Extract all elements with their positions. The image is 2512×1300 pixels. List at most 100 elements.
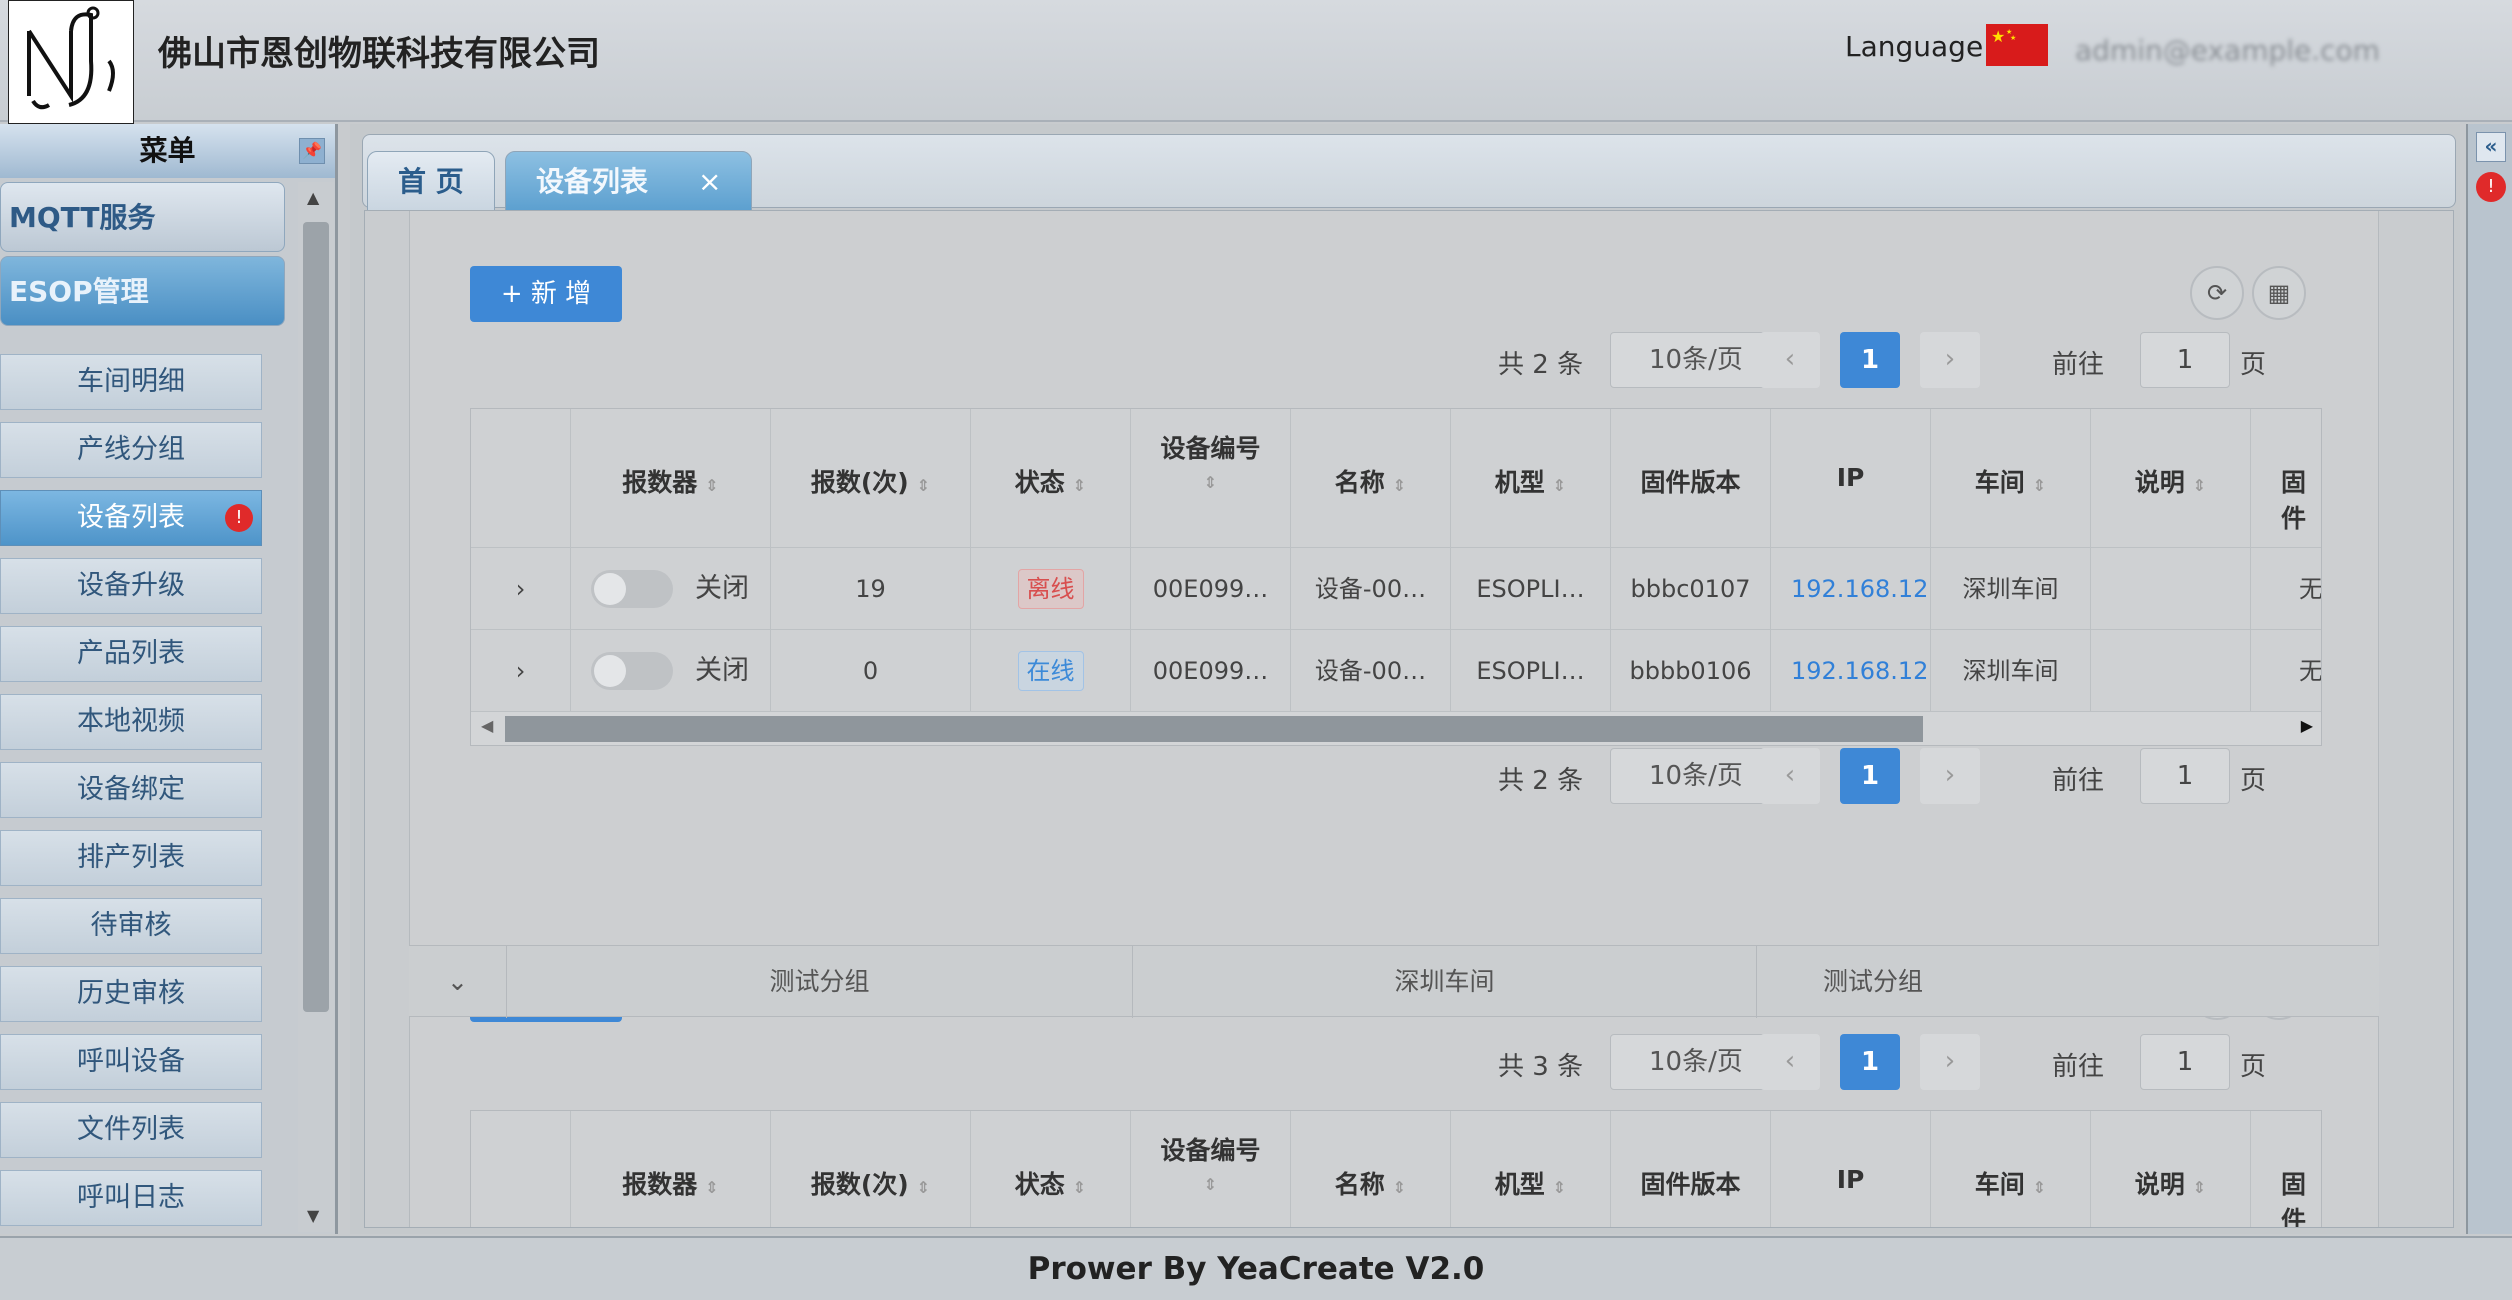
toggle-switch[interactable] <box>591 570 673 608</box>
group-workshop-cell: 深圳车间 <box>1133 946 1757 1018</box>
prev-page-icon[interactable]: ‹ <box>1760 1034 1820 1090</box>
sidebar-item-pending[interactable]: 待审核 <box>0 898 262 954</box>
column-header: 车间 <box>1974 468 2025 497</box>
sidebar-item-product-list[interactable]: 产品列表 <box>0 626 262 682</box>
sort-icon[interactable]: ⇕ <box>1204 473 1217 492</box>
col-name[interactable]: 名称 ⇕ <box>1291 409 1451 547</box>
col-counter[interactable]: 报数器 ⇕ <box>571 1111 771 1227</box>
sort-icon[interactable]: ⇕ <box>705 1178 718 1197</box>
goto-input[interactable]: 1 <box>2140 748 2230 804</box>
table-horizontal-scrollbar[interactable]: ◀ ▶ <box>471 711 2321 745</box>
col-model[interactable]: 机型 ⇕ <box>1451 1111 1611 1227</box>
col-device-no[interactable]: 设备编号 ⇕ <box>1131 409 1291 547</box>
sort-icon[interactable]: ⇕ <box>1553 476 1566 495</box>
sidebar-item-call-device[interactable]: 呼叫设备 <box>0 1034 262 1090</box>
tab-content: + 新 增 ⟳ ▦ 共 2 条 10条/页 ‹ 1 › 前往 1 页 报数器 ⇕ … <box>364 210 2454 1228</box>
close-icon[interactable]: × <box>698 165 721 198</box>
sort-icon[interactable]: ⇕ <box>1553 1178 1566 1197</box>
counter-switch[interactable]: 关闭 <box>571 630 771 712</box>
ip-link[interactable]: 192.168.12.2 <box>1771 630 1931 712</box>
col-name[interactable]: 名称 ⇕ <box>1291 1111 1451 1227</box>
scroll-up-icon[interactable]: ▲ <box>307 188 319 207</box>
table-row[interactable]: › 关闭 19 离线 00E099… 设备-00… ESOPLI… bbbc01… <box>471 547 2321 630</box>
prev-page-icon[interactable]: ‹ <box>1760 748 1820 804</box>
menu-title-label: 菜单 <box>139 134 196 167</box>
scroll-down-icon[interactable]: ▼ <box>307 1206 319 1225</box>
expand-chevron-icon[interactable]: › <box>471 630 571 712</box>
sort-icon[interactable]: ⇕ <box>2193 1178 2206 1197</box>
prev-page-icon[interactable]: ‹ <box>1760 332 1820 388</box>
col-model[interactable]: 机型 ⇕ <box>1451 409 1611 547</box>
sidebar-scrollbar[interactable]: ▲ ▼ <box>298 182 334 1232</box>
alert-icon[interactable]: ! <box>2476 172 2506 202</box>
sort-icon[interactable]: ⇕ <box>1073 1178 1086 1197</box>
sidebar-item-schedule[interactable]: 排产列表 <box>0 830 262 886</box>
pin-icon[interactable]: 📌 <box>299 138 325 164</box>
refresh-icon[interactable]: ⟳ <box>2190 266 2244 320</box>
col-status[interactable]: 状态 ⇕ <box>971 409 1131 547</box>
china-flag-icon[interactable]: ★ ★ ★ <box>1986 24 2048 66</box>
group-esop[interactable]: ESOP管理 <box>0 256 285 326</box>
sidebar-item-device-list[interactable]: 设备列表! <box>0 490 262 546</box>
column-header: 说明 <box>2134 468 2185 497</box>
sidebar-item-device-upgrade[interactable]: 设备升级 <box>0 558 262 614</box>
sort-icon[interactable]: ⇕ <box>1393 476 1406 495</box>
total-count: 共 3 条 <box>1498 1052 1584 1082</box>
sidebar-item-local-video[interactable]: 本地视频 <box>0 694 262 750</box>
sidebar-item-call-log[interactable]: 呼叫日志 <box>0 1170 262 1226</box>
scroll-left-icon[interactable]: ◀ <box>481 716 493 735</box>
scrollbar-thumb[interactable] <box>505 716 1923 742</box>
sort-icon[interactable]: ⇕ <box>2033 1178 2046 1197</box>
current-page[interactable]: 1 <box>1840 332 1900 388</box>
column-header: 设备编号 <box>1160 434 1261 463</box>
sidebar-item-history[interactable]: 历史审核 <box>0 966 262 1022</box>
sort-icon[interactable]: ⇕ <box>1204 1175 1217 1194</box>
expand-chevron-icon[interactable]: › <box>471 548 571 630</box>
scroll-right-icon[interactable]: ▶ <box>2301 716 2313 735</box>
sort-icon[interactable]: ⇕ <box>2193 476 2206 495</box>
ip-link[interactable]: 192.168.12.2 <box>1771 548 1931 630</box>
column-header: 固件版本 <box>1640 1170 1741 1199</box>
language-label[interactable]: Language <box>1845 30 1983 63</box>
sort-icon[interactable]: ⇕ <box>917 1178 930 1197</box>
sort-icon[interactable]: ⇕ <box>1393 1178 1406 1197</box>
toggle-switch[interactable] <box>591 652 673 690</box>
add-button[interactable]: + 新 增 <box>470 266 622 322</box>
sort-icon[interactable]: ⇕ <box>1073 476 1086 495</box>
grid-icon[interactable]: ▦ <box>2252 266 2306 320</box>
col-status[interactable]: 状态 ⇕ <box>971 1111 1131 1227</box>
table-row[interactable]: › 关闭 0 在线 00E099… 设备-00… ESOPLI… bbbb010… <box>471 629 2321 712</box>
sidebar-item-file-list[interactable]: 文件列表 <box>0 1102 262 1158</box>
user-account[interactable]: admin@example.com <box>2075 34 2380 67</box>
group-mqtt[interactable]: MQTT服务 <box>0 182 285 252</box>
goto-input[interactable]: 1 <box>2140 332 2230 388</box>
col-count[interactable]: 报数(次) ⇕ <box>771 409 971 547</box>
counter-switch[interactable]: 关闭 <box>571 548 771 630</box>
sidebar-item-workshop[interactable]: 车间明细 <box>0 354 262 410</box>
col-counter[interactable]: 报数器 ⇕ <box>571 409 771 547</box>
sort-icon[interactable]: ⇕ <box>917 476 930 495</box>
next-page-icon[interactable]: › <box>1920 1034 1980 1090</box>
tab-home[interactable]: 首 页 <box>367 151 495 213</box>
sidebar-item-line-group[interactable]: 产线分组 <box>0 422 262 478</box>
next-page-icon[interactable]: › <box>1920 332 1980 388</box>
current-page[interactable]: 1 <box>1840 1034 1900 1090</box>
tab-device-list[interactable]: 设备列表 × <box>505 151 753 213</box>
sort-icon[interactable]: ⇕ <box>705 476 718 495</box>
group-row[interactable]: ⌄ 测试分组 深圳车间 测试分组 <box>409 945 2379 1018</box>
col-workshop[interactable]: 车间 ⇕ <box>1931 1111 2091 1227</box>
col-device-no[interactable]: 设备编号 ⇕ <box>1131 1111 1291 1227</box>
sidebar-item-device-binding[interactable]: 设备绑定 <box>0 762 262 818</box>
model-cell: ESOPLI… <box>1451 630 1611 712</box>
expand-chevron-icon[interactable]: ⌄ <box>409 946 507 1018</box>
col-count[interactable]: 报数(次) ⇕ <box>771 1111 971 1227</box>
col-note[interactable]: 说明 ⇕ <box>2091 1111 2251 1227</box>
goto-input[interactable]: 1 <box>2140 1034 2230 1090</box>
sort-icon[interactable]: ⇕ <box>2033 476 2046 495</box>
col-note[interactable]: 说明 ⇕ <box>2091 409 2251 547</box>
scrollbar-thumb[interactable] <box>303 222 329 1012</box>
col-workshop[interactable]: 车间 ⇕ <box>1931 409 2091 547</box>
current-page[interactable]: 1 <box>1840 748 1900 804</box>
expand-panel-icon[interactable]: « <box>2476 132 2506 162</box>
next-page-icon[interactable]: › <box>1920 748 1980 804</box>
